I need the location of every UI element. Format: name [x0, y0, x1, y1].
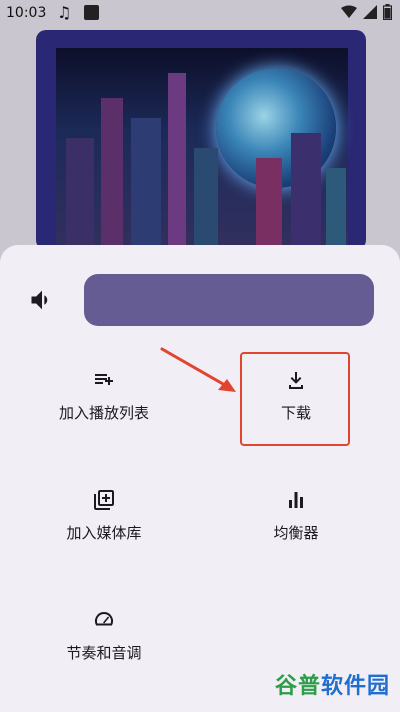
building-graphic	[256, 158, 282, 250]
building-graphic	[131, 118, 161, 250]
equalizer-button[interactable]: 均衡器	[206, 488, 386, 578]
signal-icon	[363, 5, 377, 19]
tempo-pitch-label: 节奏和音调	[66, 644, 142, 662]
library-add-icon	[94, 490, 114, 510]
building-graphic	[194, 148, 218, 250]
add-to-library-label: 加入媒体库	[66, 524, 142, 542]
playlist-add-icon	[95, 374, 113, 385]
download-highlight-box	[240, 352, 350, 446]
status-time: 10:03	[6, 5, 47, 21]
add-to-library-button[interactable]: 加入媒体库	[14, 488, 194, 578]
building-graphic	[291, 133, 321, 250]
volume-slider[interactable]	[84, 274, 374, 326]
music-note-icon: ♫	[57, 3, 72, 22]
building-graphic	[101, 98, 123, 250]
watermark: 谷普软件园	[275, 668, 390, 700]
add-to-playlist-label: 加入播放列表	[58, 404, 149, 422]
watermark-part1: 谷普	[274, 674, 321, 699]
notification-icon	[84, 5, 99, 20]
building-graphic	[66, 138, 94, 250]
volume-icon[interactable]	[28, 286, 56, 314]
album-art	[36, 30, 366, 250]
equalizer-icon	[289, 492, 303, 508]
building-graphic	[326, 168, 346, 250]
building-graphic	[168, 73, 186, 250]
status-bar: 10:03 ♫	[0, 0, 400, 28]
tempo-pitch-button[interactable]: 节奏和音调	[14, 608, 194, 698]
album-artwork-image	[56, 48, 348, 250]
pointer-arrow	[160, 347, 236, 392]
speedometer-icon	[94, 612, 114, 626]
watermark-part2: 软件园	[320, 674, 390, 699]
wifi-icon	[341, 5, 357, 18]
battery-icon	[383, 4, 392, 20]
status-icons	[341, 4, 392, 20]
equalizer-label: 均衡器	[273, 524, 319, 542]
